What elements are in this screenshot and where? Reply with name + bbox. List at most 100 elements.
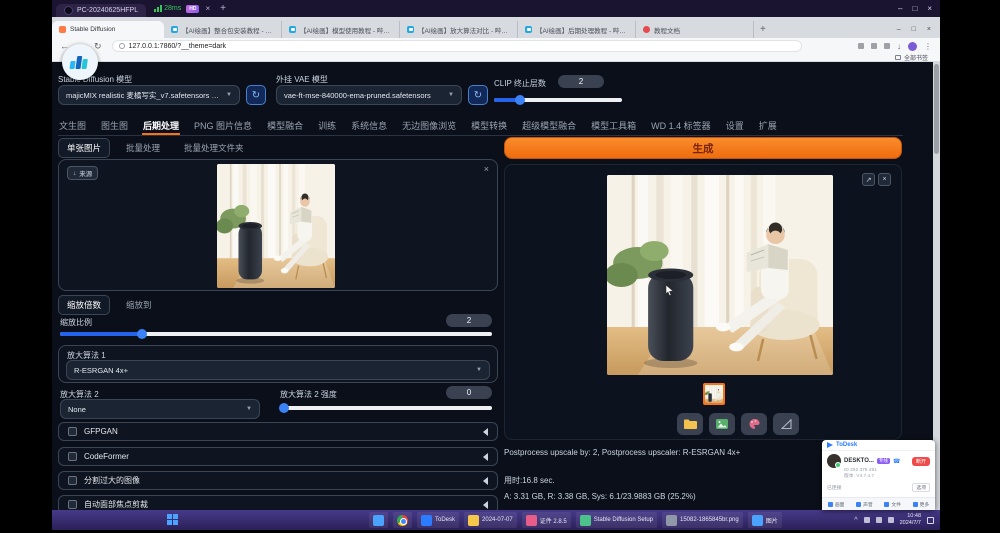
reload-icon[interactable]: ↻ — [94, 41, 102, 52]
menu-kebab-icon[interactable]: ⋮ — [924, 42, 932, 51]
hd-badge[interactable]: HD — [186, 5, 199, 13]
maximize-icon[interactable]: □ — [912, 4, 917, 13]
scale-ratio-value[interactable]: 2 — [446, 314, 492, 327]
taskbar-clock[interactable]: 10:48 2024/7/7 — [900, 513, 921, 527]
new-tab-icon[interactable]: + — [760, 24, 766, 35]
disconnect-button[interactable]: 断开 — [912, 457, 930, 466]
tray-icon[interactable] — [864, 517, 870, 523]
options-chip[interactable]: 选项 — [912, 483, 930, 492]
extension-icon[interactable] — [884, 43, 890, 49]
browser-tab-4[interactable]: 【AI绘画】后期处理教程 - 哔哩哔哩 — [518, 21, 636, 38]
sd-model-dropdown[interactable]: majicMIX realistic 麦橘写实_v7.safetensors [… — [58, 85, 240, 105]
upscaler2-strength-value[interactable]: 0 — [446, 386, 492, 399]
source-image[interactable] — [217, 164, 335, 288]
tray-icon[interactable] — [888, 517, 894, 523]
vae-dropdown[interactable]: vae-ft-mse-840000-ema-pruned.safetensors… — [276, 85, 462, 105]
accordion-1[interactable]: CodeFormer — [58, 447, 498, 466]
result-thumbnail[interactable] — [703, 383, 725, 405]
tab-5[interactable]: 训练 — [317, 116, 337, 135]
tray-icon[interactable] — [876, 517, 882, 523]
tab-7[interactable]: 无边图像浏览 — [401, 116, 457, 135]
new-session-icon[interactable]: + — [220, 3, 226, 14]
tab-6[interactable]: 系统信息 — [350, 116, 388, 135]
address-bar[interactable]: 127.0.0.1:7860/?__theme=dark — [112, 40, 802, 52]
site-info-icon[interactable] — [119, 43, 125, 49]
chrome-minimize-icon[interactable]: – — [897, 26, 901, 33]
browser-tab-0[interactable]: Stable Diffusion — [52, 21, 164, 38]
scale-ratio-slider[interactable] — [60, 332, 492, 336]
tab-10[interactable]: 模型工具箱 — [590, 116, 637, 135]
palette-button[interactable] — [741, 413, 767, 435]
remote-session-tab[interactable]: PC-20240625HFPL — [56, 4, 146, 17]
browser-tab-1[interactable]: 【AI绘画】整合包安装教程 - 哔哩哔哩 — [164, 21, 282, 38]
tray-expand-icon[interactable]: ^ — [854, 517, 857, 524]
chrome-maximize-icon[interactable]: □ — [912, 26, 916, 33]
checkbox[interactable] — [68, 500, 77, 509]
tab-13[interactable]: 扩展 — [758, 116, 778, 135]
downloads-icon[interactable]: ↓ — [897, 42, 901, 51]
generate-button[interactable]: 生成 — [504, 137, 902, 159]
source-chip[interactable]: ↓来源 — [67, 166, 98, 180]
ruler-button[interactable] — [773, 413, 799, 435]
close-output-icon[interactable]: × — [878, 173, 891, 186]
close-session-icon[interactable]: × — [205, 4, 210, 13]
phone-icon[interactable]: ☎ — [893, 458, 900, 465]
clip-skip-value[interactable]: 2 — [558, 75, 604, 88]
subtab-0[interactable]: 单张图片 — [58, 138, 110, 158]
browser-tab-2[interactable]: 【AI绘画】模型使用教程 - 哔哩哔哩 — [282, 21, 400, 38]
todesk-tool-1[interactable]: 声音 — [856, 501, 873, 508]
taskbar-item-chrome[interactable] — [393, 512, 412, 528]
todesk-tool-2[interactable]: 文件 — [884, 501, 901, 508]
browser-tab-5[interactable]: 教程文档 — [636, 21, 754, 38]
todesk-tool-3[interactable]: 更多 — [913, 501, 930, 508]
upscaler2-strength-slider[interactable] — [280, 406, 492, 410]
subtab-1[interactable]: 批量处理 — [118, 139, 168, 157]
notification-center-icon[interactable] — [927, 517, 934, 524]
accordion-2[interactable]: 分割过大的图像 — [58, 471, 498, 490]
accordion-0[interactable]: GFPGAN — [58, 422, 498, 441]
close-icon[interactable]: × — [927, 4, 932, 13]
scrollbar-thumb[interactable] — [934, 64, 939, 154]
source-image-panel[interactable]: ↓来源 × — [58, 159, 498, 291]
clear-image-icon[interactable]: × — [484, 164, 489, 174]
taskbar-item-2024-07-07[interactable]: 2024-07-07 — [464, 512, 517, 528]
tab-0[interactable]: 文生图 — [58, 116, 87, 135]
save-image-button[interactable] — [709, 413, 735, 435]
subtab-2[interactable]: 批量处理文件夹 — [176, 139, 252, 157]
accordion-3[interactable]: 自动面部焦点剪裁 — [58, 495, 498, 510]
chrome-close-icon[interactable]: × — [927, 26, 931, 33]
expand-icon[interactable]: ↗ — [862, 173, 875, 186]
tab-3[interactable]: PNG 图片信息 — [193, 116, 253, 135]
checkbox[interactable] — [68, 476, 77, 485]
upscaler2-dropdown[interactable]: None▼ — [60, 399, 260, 419]
all-bookmarks-button[interactable]: 全部书签 — [895, 53, 928, 62]
minimize-icon[interactable]: – — [898, 4, 902, 13]
extension-icon[interactable] — [871, 43, 877, 49]
refresh-vae-button[interactable]: ↻ — [468, 85, 488, 105]
tab-11[interactable]: WD 1.4 标签器 — [650, 116, 712, 135]
taskbar-item-15082-1865845br.png[interactable]: 15082-1865845br.png — [662, 512, 743, 528]
refresh-sd-model-button[interactable]: ↻ — [246, 85, 266, 105]
checkbox[interactable] — [68, 452, 77, 461]
tab-1[interactable]: 图生图 — [100, 116, 129, 135]
extension-icon[interactable] — [858, 43, 864, 49]
tab-2[interactable]: 后期处理 — [142, 116, 180, 135]
browser-tab-3[interactable]: 【AI绘画】放大算法对比 - 哔哩哔哩 — [400, 21, 518, 38]
start-button[interactable] — [167, 514, 179, 526]
tab-4[interactable]: 模型融合 — [266, 116, 304, 135]
result-image[interactable] — [607, 175, 833, 375]
taskbar-item-Stable Diffusion Setup[interactable]: Stable Diffusion Setup — [576, 512, 657, 528]
tab-9[interactable]: 超级模型融合 — [521, 116, 577, 135]
taskbar-item-证件 2.8.5[interactable]: 证件 2.8.5 — [522, 512, 571, 528]
scale-tab-1[interactable]: 缩放到 — [118, 296, 160, 314]
scale-tab-0[interactable]: 缩放倍数 — [58, 295, 110, 315]
taskbar-item-apps[interactable] — [369, 512, 388, 528]
tab-12[interactable]: 设置 — [725, 116, 745, 135]
launcher-logo[interactable] — [62, 44, 98, 80]
taskbar-item-ToDesk[interactable]: ToDesk — [417, 512, 459, 528]
tab-8[interactable]: 模型转换 — [470, 116, 508, 135]
upscaler1-dropdown[interactable]: R-ESRGAN 4x+▼ — [66, 360, 490, 380]
todesk-tool-0[interactable]: 画面 — [828, 501, 845, 508]
profile-avatar[interactable] — [908, 42, 917, 51]
taskbar-item-图片[interactable]: 图片 — [748, 512, 782, 528]
